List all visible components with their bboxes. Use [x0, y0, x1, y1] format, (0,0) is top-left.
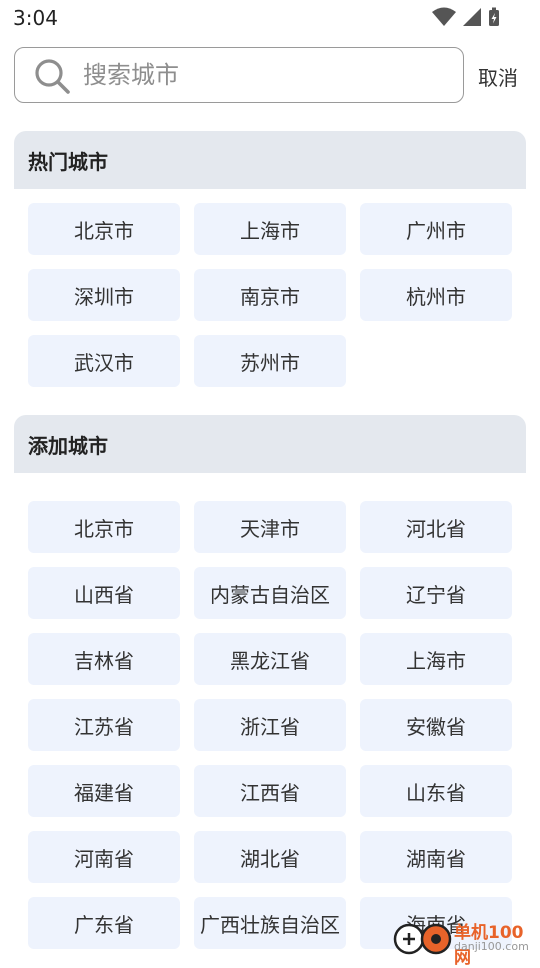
add-city-chip[interactable]: 黑龙江省 [194, 633, 346, 685]
add-city-chip[interactable]: 安徽省 [360, 699, 512, 751]
cancel-button[interactable]: 取消 [478, 62, 518, 91]
hot-cities-header: 热门城市 [14, 131, 526, 189]
status-icons [432, 7, 500, 27]
add-city-chip[interactable]: 湖南省 [360, 831, 512, 883]
cell-signal-icon [462, 7, 482, 27]
search-box[interactable] [14, 47, 464, 103]
battery-icon [488, 7, 500, 27]
add-city-chip[interactable]: 内蒙古自治区 [194, 567, 346, 619]
hot-city-chip[interactable]: 苏州市 [194, 335, 346, 387]
add-city-chip[interactable]: 河北省 [360, 501, 512, 553]
search-icon [33, 57, 71, 99]
hot-city-chip[interactable]: 深圳市 [28, 269, 180, 321]
watermark-url: danji100.com [454, 940, 529, 953]
hot-city-chip[interactable]: 广州市 [360, 203, 512, 255]
status-time: 3:04 [13, 6, 58, 30]
add-city-chip[interactable]: 河南省 [28, 831, 180, 883]
add-cities-header: 添加城市 [14, 415, 526, 473]
hot-city-chip[interactable]: 上海市 [194, 203, 346, 255]
add-city-chip[interactable]: 上海市 [360, 633, 512, 685]
search-input[interactable] [83, 58, 443, 92]
add-city-chip[interactable]: 山西省 [28, 567, 180, 619]
hot-city-chip[interactable]: 武汉市 [28, 335, 180, 387]
add-city-chip[interactable]: 湖北省 [194, 831, 346, 883]
add-city-chip[interactable]: 辽宁省 [360, 567, 512, 619]
add-city-chip[interactable]: 福建省 [28, 765, 180, 817]
status-bar: 3:04 [0, 0, 540, 36]
add-city-chip[interactable]: 广西壮族自治区 [194, 897, 346, 949]
add-city-chip[interactable]: 浙江省 [194, 699, 346, 751]
add-city-chip[interactable]: 北京市 [28, 501, 180, 553]
add-city-chip[interactable]: 天津市 [194, 501, 346, 553]
add-city-chip[interactable]: 山东省 [360, 765, 512, 817]
add-city-chip[interactable]: 江苏省 [28, 699, 180, 751]
add-city-chip[interactable]: 广东省 [28, 897, 180, 949]
wifi-icon [432, 7, 456, 27]
watermark: 单机100网 danji100.com [392, 918, 540, 968]
add-city-chip[interactable]: 吉林省 [28, 633, 180, 685]
add-city-chip[interactable]: 江西省 [194, 765, 346, 817]
hot-city-chip[interactable]: 南京市 [194, 269, 346, 321]
hot-city-chip[interactable]: 杭州市 [360, 269, 512, 321]
hot-city-chip[interactable]: 北京市 [28, 203, 180, 255]
watermark-logo-icon [392, 922, 454, 960]
